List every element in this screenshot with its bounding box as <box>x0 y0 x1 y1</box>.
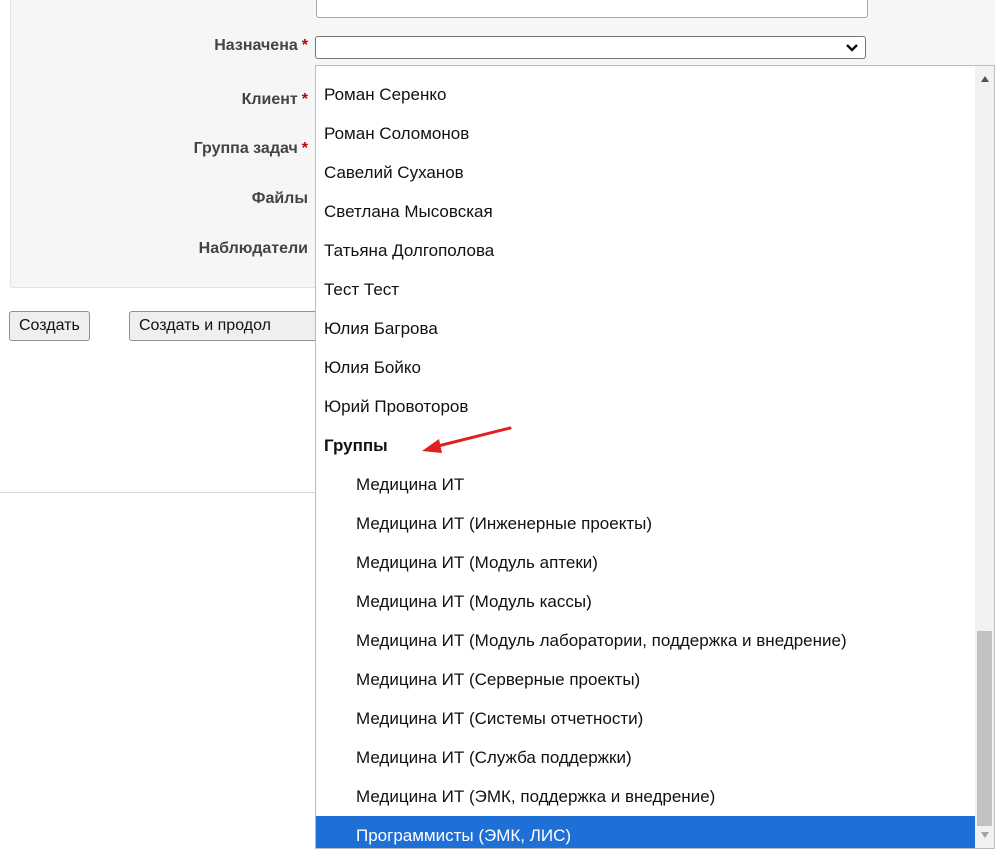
task-group-label: Группа задач * <box>193 140 308 157</box>
dropdown-options: Роман Серенко Роман Соломонов Савелий Суха… <box>316 75 976 848</box>
scroll-down-icon[interactable] <box>981 832 989 838</box>
divider <box>0 492 316 493</box>
assigned-select[interactable] <box>315 36 866 59</box>
red-arrow-icon <box>422 426 512 453</box>
optgroup-label: Группы <box>324 436 388 455</box>
dropdown-option[interactable]: Юлия Багрова <box>316 309 976 348</box>
chevron-down-icon[interactable] <box>845 40 859 54</box>
watchers-label: Наблюдатели <box>198 240 308 257</box>
assigned-dropdown-list[interactable]: Роман Серенко Роман Соломонов Савелий Суха… <box>315 65 995 849</box>
dropdown-option[interactable]: Медицина ИТ (Системы отчетности) <box>316 699 976 738</box>
dropdown-option[interactable]: Роман Соломонов <box>316 114 976 153</box>
required-mark: * <box>301 37 308 54</box>
scrollbar[interactable] <box>975 66 994 848</box>
dropdown-option[interactable]: Тест Тест <box>316 270 976 309</box>
dropdown-option[interactable]: Юлия Бойко <box>316 348 976 387</box>
previous-field[interactable] <box>316 0 868 18</box>
dropdown-option[interactable]: Медицина ИТ (Модуль аптеки) <box>316 543 976 582</box>
dropdown-option[interactable]: Медицина ИТ (Инженерные проекты) <box>316 504 976 543</box>
create-continue-button[interactable]: Создать и продол <box>129 311 316 341</box>
dropdown-option[interactable]: Юрий Провоторов <box>316 387 976 426</box>
dropdown-option[interactable]: Медицина ИТ (ЭМК, поддержка и внедрение) <box>316 777 976 816</box>
dropdown-option[interactable]: Медицина ИТ (Модуль кассы) <box>316 582 976 621</box>
dropdown-option[interactable]: Роман Серенко <box>316 75 976 114</box>
required-mark: * <box>301 91 308 108</box>
dropdown-option[interactable]: Медицина ИТ (Серверные проекты) <box>316 660 976 699</box>
files-label: Файлы <box>251 190 308 207</box>
client-label: Клиент * <box>241 91 308 108</box>
dropdown-option[interactable]: Савелий Суханов <box>316 153 976 192</box>
dropdown-option[interactable]: Медицина ИТ (Служба поддержки) <box>316 738 976 777</box>
dropdown-option-selected[interactable]: Программисты (ЭМК, ЛИС) <box>316 816 976 848</box>
dropdown-option[interactable]: Медицина ИТ (Модуль лаборатории, поддерж… <box>316 621 976 660</box>
create-button[interactable]: Создать <box>9 311 90 341</box>
required-mark: * <box>301 140 308 157</box>
dropdown-option[interactable]: Светлана Мысовская <box>316 192 976 231</box>
scrollbar-thumb[interactable] <box>977 631 992 826</box>
dropdown-option[interactable]: Медицина ИТ <box>316 465 976 504</box>
scroll-up-icon[interactable] <box>981 76 989 82</box>
assigned-label: Назначена * <box>214 37 308 54</box>
dropdown-option[interactable]: Татьяна Долгополова <box>316 231 976 270</box>
